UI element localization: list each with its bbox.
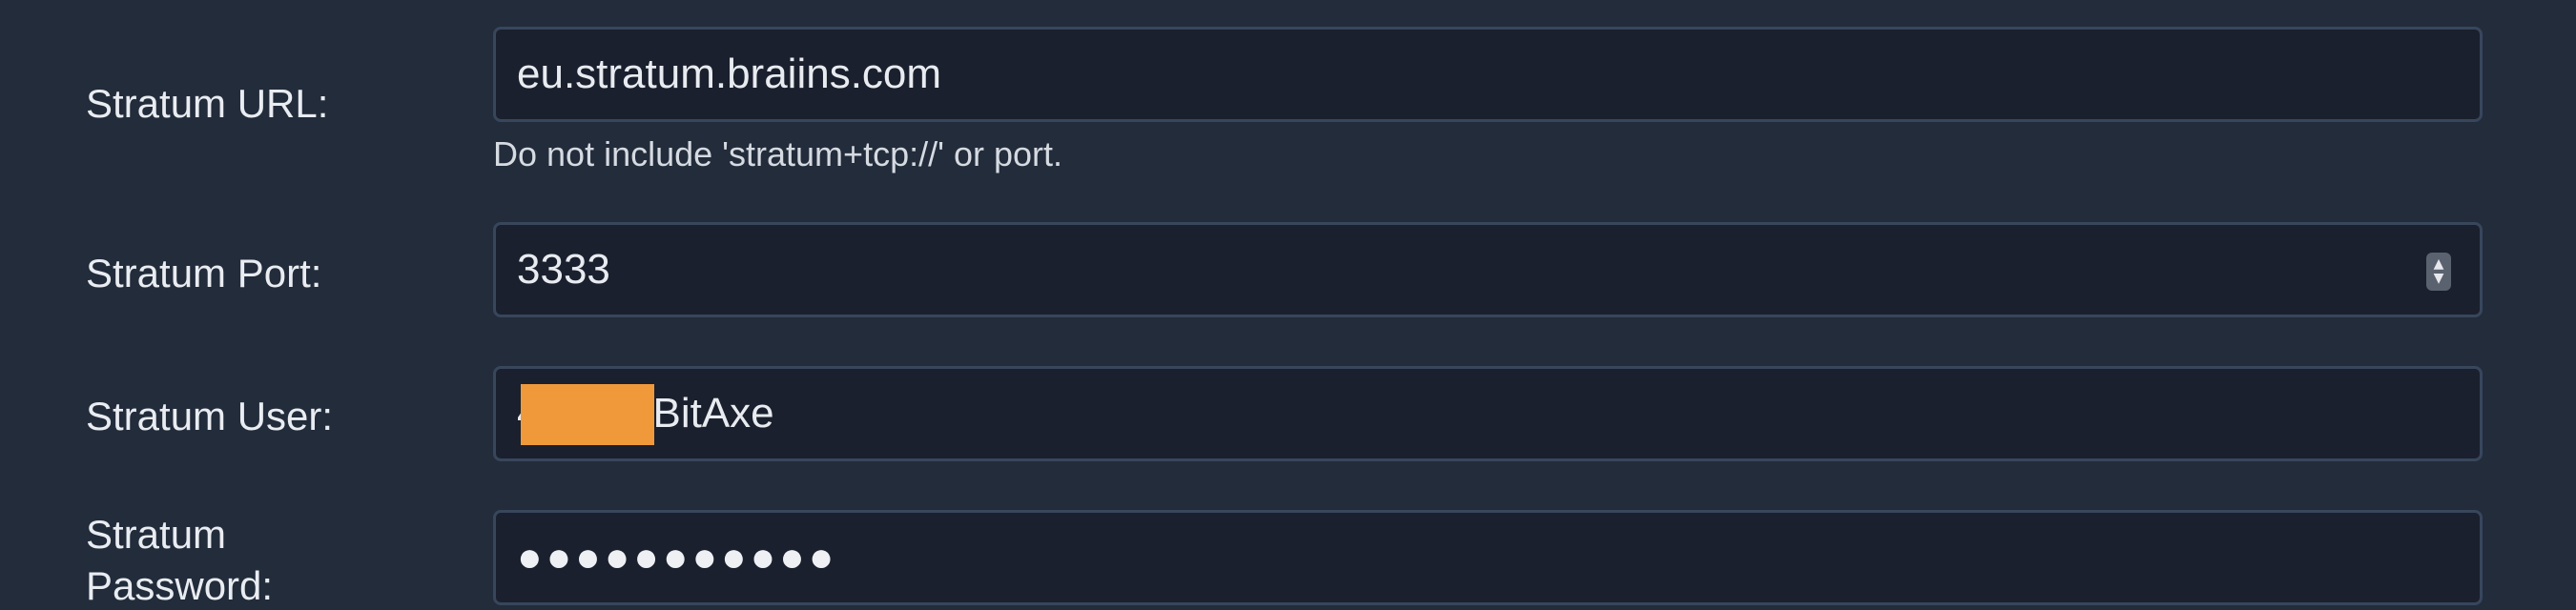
stratum-password-masked[interactable]: ●●●●●●●●●●● <box>517 513 837 602</box>
redaction-block <box>521 384 654 445</box>
stratum-user-field[interactable]: 4BitAxe <box>493 366 2483 461</box>
stratum-url-input[interactable] <box>517 30 2403 119</box>
stratum-port-input[interactable] <box>517 225 2403 315</box>
stratum-url-field[interactable] <box>493 27 2483 122</box>
stepper-down-icon[interactable]: ▼ <box>2434 272 2444 286</box>
stratum-password-label-line2: Password: <box>86 563 274 608</box>
stratum-user-label: Stratum User: <box>86 394 334 438</box>
stratum-url-help-text: Do not include 'stratum+tcp://' or port. <box>493 134 1063 173</box>
stratum-password-field[interactable]: ●●●●●●●●●●● <box>493 510 2483 605</box>
port-stepper[interactable]: ▲ ▼ <box>2426 253 2451 291</box>
user-visible-suffix: BitAxe <box>652 390 774 437</box>
stratum-url-label: Stratum URL: <box>86 81 329 126</box>
stratum-password-label: Stratum Password: <box>86 509 273 610</box>
stratum-password-label-line1: Stratum <box>86 512 227 557</box>
stratum-port-label: Stratum Port: <box>86 251 322 295</box>
stepper-up-icon[interactable]: ▲ <box>2434 257 2444 272</box>
stratum-port-field[interactable]: ▲ ▼ <box>493 222 2483 317</box>
